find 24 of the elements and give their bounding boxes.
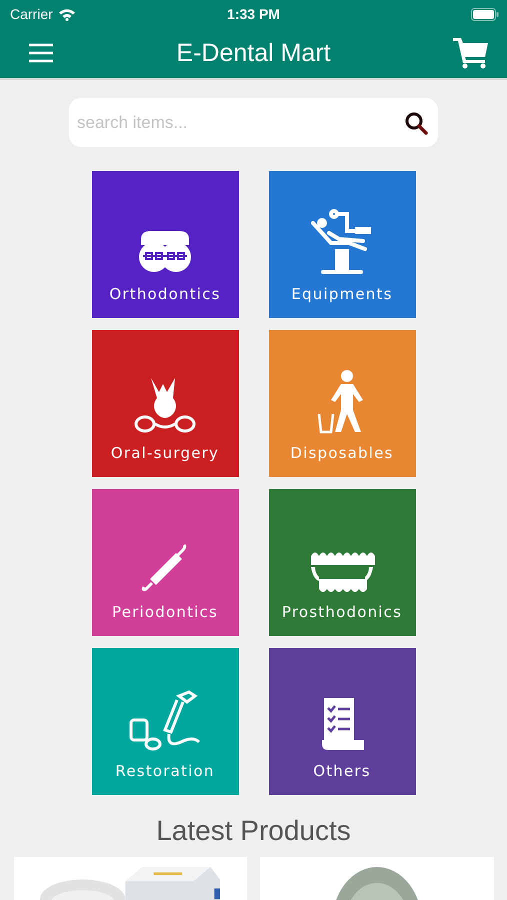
cart-icon	[453, 37, 489, 69]
cart-button[interactable]	[453, 37, 489, 69]
category-tile[interactable]: Orthodontics	[92, 171, 238, 318]
category-tile[interactable]: Equipments	[268, 171, 416, 318]
search-field[interactable]: search items...	[69, 98, 438, 147]
menu-icon	[28, 43, 54, 63]
menu-button[interactable]	[28, 43, 54, 63]
category-tile[interactable]: Restoration	[92, 648, 238, 795]
category-tile[interactable]: Prosthodonics	[268, 489, 416, 636]
teeth-icon	[309, 551, 375, 593]
braces-icon	[137, 229, 193, 275]
section-heading: Latest Products	[156, 815, 351, 847]
carrier-label: Carrier	[10, 6, 53, 22]
product-card[interactable]	[260, 857, 494, 900]
app-title: E-Dental Mart	[176, 38, 331, 68]
category-tile[interactable]: Disposables	[268, 330, 416, 477]
search-icon[interactable]	[404, 110, 428, 134]
battery-icon	[471, 8, 499, 20]
clock-time: 1:33 PM	[227, 6, 280, 22]
category-tile[interactable]: Periodontics	[92, 489, 238, 636]
search-input[interactable]: search items...	[75, 112, 404, 134]
category-tile[interactable]: Oral-surgery	[92, 330, 238, 477]
wifi-icon	[58, 8, 76, 20]
category-tile[interactable]: Others	[268, 648, 416, 795]
